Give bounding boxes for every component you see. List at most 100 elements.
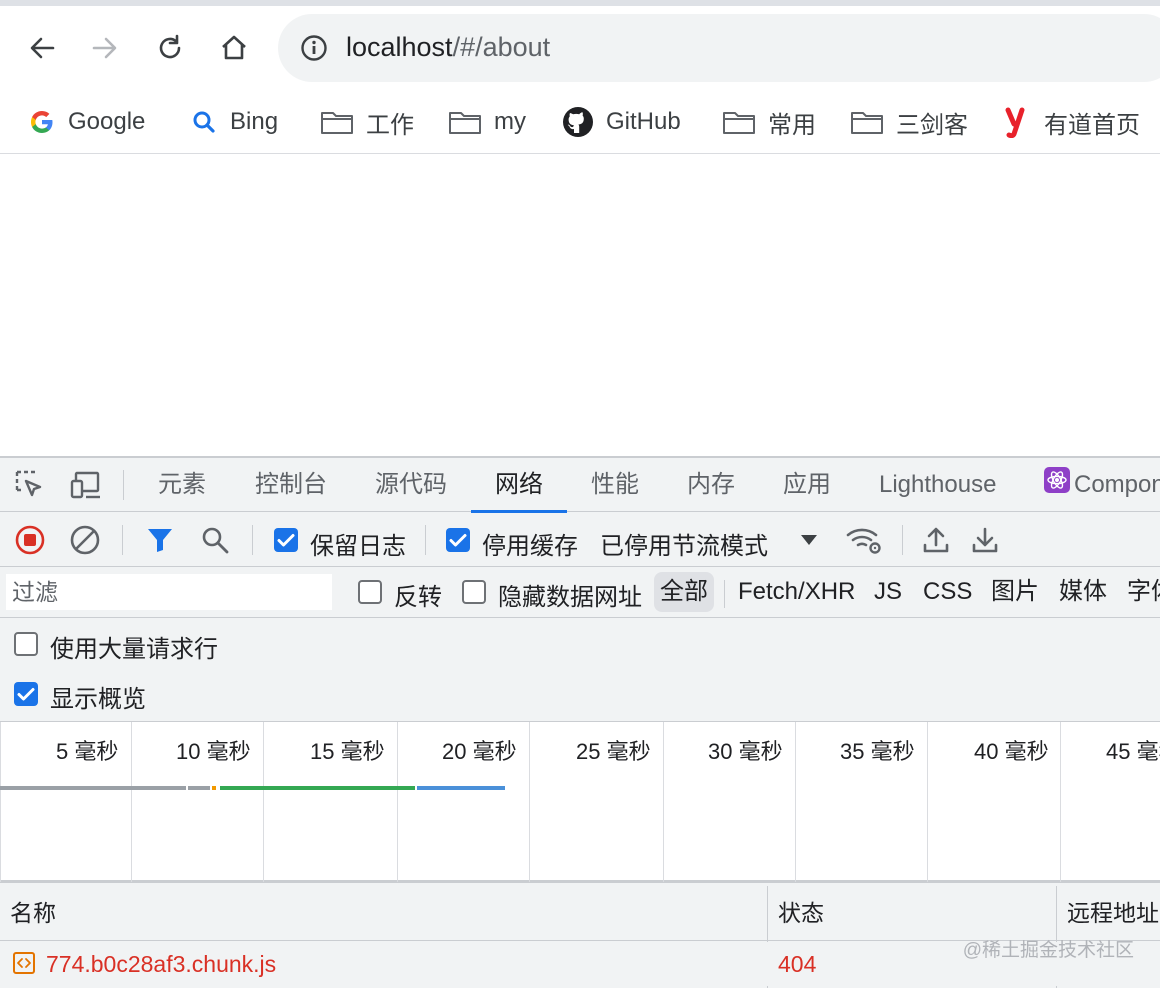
download-icon [972, 527, 998, 553]
divider [902, 525, 903, 555]
invert-label: 反转 [394, 584, 442, 611]
info-icon[interactable] [300, 34, 328, 67]
waterfall-dns-bar [212, 786, 216, 790]
timeline-gridline [0, 722, 1, 882]
bookmark-github[interactable]: GitHub [562, 104, 681, 140]
waterfall-download-bar [417, 786, 505, 790]
option-large-rows: 使用大量请求行 [0, 619, 1160, 671]
divider [724, 580, 725, 608]
bookmark-folder-trio[interactable]: 三剑客 [850, 104, 968, 140]
option-show-overview: 显示概览 [0, 669, 1160, 721]
timeline-tick-label: 45 毫秒 [1106, 739, 1160, 764]
tab-performance[interactable]: 性能 [591, 458, 639, 512]
react-icon [1044, 459, 1070, 513]
filter-type-img[interactable]: 图片 [991, 572, 1039, 612]
filter-type-font[interactable]: 字体 [1127, 572, 1160, 612]
bookmark-google[interactable]: Google [28, 104, 145, 140]
arrow-right-icon [92, 37, 117, 59]
bookmark-folder-my[interactable]: my [448, 104, 526, 140]
column-header-remote-address[interactable]: 远程地址 [1057, 886, 1159, 941]
divider [123, 470, 124, 500]
bookmark-folder-work[interactable]: 工作 [320, 104, 414, 140]
forward-button[interactable] [83, 26, 127, 70]
youdao-icon [1005, 107, 1025, 138]
checkmark-icon [277, 534, 295, 547]
home-button[interactable] [212, 26, 256, 70]
address-bar[interactable]: localhost/#/about [278, 14, 1160, 82]
bookmark-bing[interactable]: Bing [190, 104, 278, 140]
url-path: /#/about [452, 32, 551, 62]
export-har-button[interactable] [967, 522, 1003, 558]
tab-network[interactable]: 网络 [471, 458, 567, 513]
filter-type-css[interactable]: CSS [923, 572, 972, 612]
google-icon [31, 111, 53, 133]
tab-sources[interactable]: 源代码 [375, 458, 447, 512]
bookmark-label: GitHub [606, 108, 681, 135]
search-icon [202, 527, 229, 554]
reload-button[interactable] [148, 26, 192, 70]
timeline-tick-label: 30 毫秒 [708, 739, 783, 764]
record-button[interactable] [12, 522, 48, 558]
search-button[interactable] [197, 522, 233, 558]
divider [252, 525, 253, 555]
hide-data-urls-label: 隐藏数据网址 [498, 584, 642, 611]
tab-lighthouse[interactable]: Lighthouse [879, 458, 996, 512]
import-har-button[interactable] [918, 522, 954, 558]
show-overview-label: 显示概览 [50, 686, 146, 713]
request-name[interactable]: 774.b0c28af3.chunk.js [46, 942, 276, 986]
hide-data-urls-checkbox[interactable] [462, 580, 486, 604]
tab-components[interactable]: Compon [1044, 458, 1160, 512]
filter-icon [148, 529, 172, 552]
tab-label: Compon [1074, 471, 1160, 498]
tab-memory[interactable]: 内存 [687, 458, 735, 512]
disable-cache-checkbox[interactable] [446, 528, 470, 552]
tab-application[interactable]: 应用 [783, 458, 831, 512]
page-viewport [0, 155, 1160, 456]
inspect-element-button[interactable] [12, 468, 48, 502]
tab-elements[interactable]: 元素 [158, 458, 206, 512]
bookmark-label: 三剑客 [896, 111, 968, 139]
timeline-tick-label: 15 毫秒 [310, 739, 385, 764]
timeline-tick-label: 10 毫秒 [176, 739, 251, 764]
network-toolbar: 保留日志 停用缓存 已停用节流模式 [0, 513, 1160, 567]
throttling-select[interactable]: 已停用节流模式 [600, 526, 768, 561]
column-header-status[interactable]: 状态 [768, 886, 824, 941]
device-toolbar-button[interactable] [66, 468, 106, 502]
timeline-tick-label: 40 毫秒 [974, 739, 1049, 764]
github-icon [563, 107, 593, 137]
record-stop-icon [15, 525, 45, 555]
clear-button[interactable] [67, 522, 103, 558]
search-icon [193, 111, 215, 133]
clear-icon [70, 525, 100, 555]
timeline-tick-label: 5 毫秒 [56, 739, 119, 764]
bookmark-youdao[interactable]: 有道首页 [1004, 104, 1140, 140]
show-overview-checkbox[interactable] [14, 682, 38, 706]
bookmark-label: Bing [230, 108, 279, 135]
timeline-gridline [927, 722, 928, 882]
filter-type-all[interactable]: 全部 [654, 572, 714, 612]
network-overview-timeline[interactable]: 5 毫秒 10 毫秒 15 毫秒 20 毫秒 25 毫秒 30 毫秒 35 毫秒… [0, 721, 1160, 883]
filter-toggle-button[interactable] [142, 522, 178, 558]
filter-input[interactable] [6, 574, 332, 610]
devtools-panel: 元素 控制台 源代码 网络 性能 内存 应用 Lighthouse Compon [0, 456, 1160, 988]
column-header-name[interactable]: 名称 [0, 886, 56, 941]
arrow-left-icon [30, 37, 55, 59]
devtools-tab-bar: 元素 控制台 源代码 网络 性能 内存 应用 Lighthouse Compon [0, 458, 1160, 513]
wifi-settings-icon [846, 528, 881, 554]
timeline-gridline [263, 722, 264, 882]
network-conditions-button[interactable] [842, 522, 886, 558]
waterfall-waiting-bar [220, 786, 415, 790]
tab-console[interactable]: 控制台 [255, 458, 327, 512]
timeline-gridline [1060, 722, 1061, 882]
back-button[interactable] [20, 26, 64, 70]
large-rows-checkbox[interactable] [14, 632, 38, 656]
preserve-log-checkbox[interactable] [274, 528, 298, 552]
divider [425, 525, 426, 555]
filter-type-fetch-xhr[interactable]: Fetch/XHR [738, 572, 855, 612]
filter-type-js[interactable]: JS [874, 572, 902, 612]
checkmark-icon [449, 534, 467, 547]
invert-checkbox[interactable] [358, 580, 382, 604]
filter-type-media[interactable]: 媒体 [1059, 572, 1107, 612]
bookmark-folder-common[interactable]: 常用 [722, 104, 816, 140]
chevron-down-icon[interactable] [796, 527, 822, 553]
